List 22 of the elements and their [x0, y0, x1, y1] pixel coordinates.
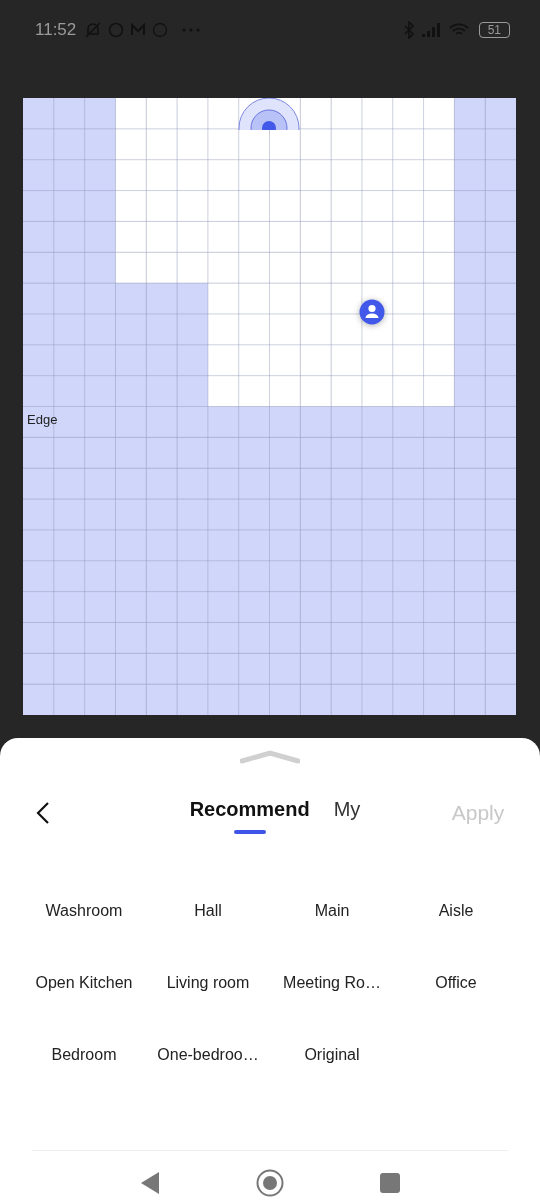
- room-template-item[interactable]: Bedroom: [22, 1044, 146, 1066]
- tab[interactable]: My: [331, 792, 363, 834]
- room-template-item[interactable]: Main: [270, 900, 394, 922]
- room-template-item[interactable]: Meeting Ro…: [270, 972, 394, 994]
- room-template-item[interactable]: Original: [270, 1044, 394, 1066]
- room-template-item[interactable]: Open Kitchen: [22, 972, 146, 994]
- room-template-item[interactable]: Hall: [146, 900, 270, 922]
- edge-label: Edge: [27, 412, 58, 427]
- back-icon: [36, 801, 50, 825]
- room-template-item[interactable]: Office: [394, 972, 518, 994]
- battery-indicator: 51: [478, 22, 510, 38]
- room-template-item[interactable]: Aisle: [394, 900, 518, 922]
- location-beacon-icon: [238, 98, 300, 130]
- tab[interactable]: Recommend: [187, 792, 312, 834]
- room-template-item[interactable]: Washroom: [22, 900, 146, 922]
- back-nav-icon[interactable]: [140, 1171, 160, 1195]
- room-template-item[interactable]: Living room: [146, 972, 270, 994]
- user-marker-icon: [359, 299, 385, 325]
- home-nav-icon[interactable]: [256, 1169, 284, 1197]
- drag-handle-icon[interactable]: [240, 750, 300, 764]
- status-time: 11:52: [35, 20, 77, 40]
- room-template-item[interactable]: One-bedroo…: [146, 1044, 270, 1066]
